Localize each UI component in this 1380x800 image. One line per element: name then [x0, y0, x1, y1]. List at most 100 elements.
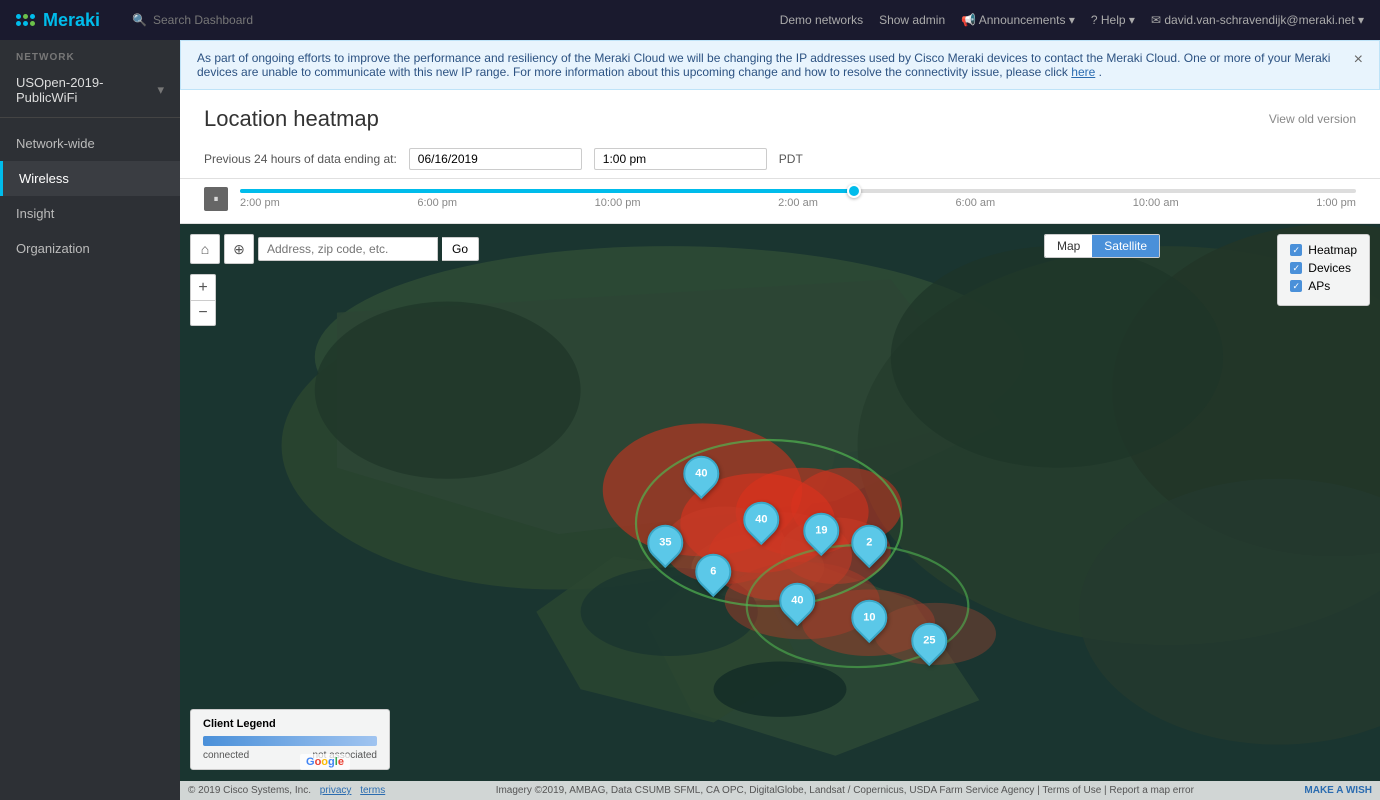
top-navigation: Meraki 🔍 Search Dashboard Demo networks …	[0, 0, 1380, 40]
aps-checkbox[interactable]: ✓	[1290, 280, 1302, 292]
ap-count-ap1: 40	[695, 468, 707, 480]
devices-checkbox[interactable]: ✓	[1290, 262, 1302, 274]
client-legend-bar	[203, 736, 377, 746]
ap-count-ap6: 6	[710, 566, 716, 578]
legend-devices[interactable]: ✓ Devices	[1290, 261, 1357, 275]
zoom-out-button[interactable]: −	[190, 300, 216, 326]
privacy-link[interactable]: privacy	[320, 785, 352, 796]
timeline-area: ⏸ 2:00 pm 6:00 pm 10:00 pm 2:00 am 6:00 …	[180, 179, 1380, 224]
help-icon: ?	[1091, 13, 1098, 27]
pause-icon: ⏸	[214, 194, 219, 205]
devices-label: Devices	[1308, 261, 1351, 275]
notification-close-button[interactable]: ×	[1354, 51, 1363, 69]
map-area: 4035401926401025 ⌂ ⊕ Go + −	[180, 224, 1380, 800]
time-controls: Previous 24 hours of data ending at: PDT	[180, 140, 1380, 179]
sidebar: NETWORK USOpen-2019-PublicWiFi ▾ Network…	[0, 40, 180, 800]
timeline-label-4: 6:00 am	[955, 197, 995, 209]
ap-count-ap2: 35	[659, 537, 671, 549]
map-zoom-controls: + −	[190, 274, 216, 326]
view-old-version-link[interactable]: View old version	[1269, 112, 1356, 126]
pause-button[interactable]: ⏸	[204, 187, 228, 211]
ap-count-ap3: 40	[755, 514, 767, 526]
client-legend-title: Client Legend	[203, 718, 377, 730]
user-email-link[interactable]: ✉ david.van-schravendijk@meraki.net ▾	[1151, 13, 1364, 27]
heatmap-checkbox[interactable]: ✓	[1290, 244, 1302, 256]
announce-icon: 📢	[961, 13, 976, 27]
timeline-label-0: 2:00 pm	[240, 197, 280, 209]
map-background: 4035401926401025 ⌂ ⊕ Go + −	[180, 224, 1380, 800]
meraki-brand: Meraki	[43, 10, 100, 31]
dot2	[23, 14, 28, 19]
timeline-slider[interactable]: 2:00 pm 6:00 pm 10:00 pm 2:00 am 6:00 am…	[240, 189, 1356, 209]
aps-label: APs	[1308, 279, 1330, 293]
demo-networks-link[interactable]: Demo networks	[780, 13, 863, 27]
zoom-in-button[interactable]: +	[190, 274, 216, 300]
search-placeholder: Search Dashboard	[153, 13, 253, 27]
user-chevron-icon: ▾	[1358, 13, 1364, 27]
cisco-logo	[16, 14, 35, 26]
terms-link[interactable]: terms	[360, 785, 385, 796]
map-attribution: © 2019 Cisco Systems, Inc. privacy terms…	[180, 781, 1380, 800]
help-link[interactable]: ? Help ▾	[1091, 13, 1135, 27]
google-watermark: Google	[300, 754, 350, 770]
map-controls-top-left: ⌂ ⊕ Go	[190, 234, 479, 264]
attribution-left: © 2019 Cisco Systems, Inc. privacy terms	[188, 785, 385, 796]
sidebar-item-organization[interactable]: Organization	[0, 231, 180, 266]
timeline-label-5: 10:00 am	[1133, 197, 1179, 209]
envelope-icon: ✉	[1151, 13, 1161, 27]
legend-heatmap[interactable]: ✓ Heatmap	[1290, 243, 1357, 257]
notification-text: As part of ongoing efforts to improve th…	[197, 51, 1338, 79]
make-a-wish-link[interactable]: MAKE A WISH	[1304, 785, 1372, 796]
ap-count-ap9: 25	[923, 635, 935, 647]
map-type-map-button[interactable]: Map	[1045, 235, 1092, 257]
client-legend-labels: connected not associated	[203, 750, 377, 761]
date-input[interactable]	[409, 148, 582, 170]
map-type-satellite-button[interactable]: Satellite	[1092, 235, 1159, 257]
time-input[interactable]	[594, 148, 767, 170]
heatmap-label: Heatmap	[1308, 243, 1357, 257]
timeline-label-6: 1:00 pm	[1316, 197, 1356, 209]
page-header: Location heatmap View old version	[180, 90, 1380, 140]
timezone-label: PDT	[779, 152, 803, 166]
map-home-button[interactable]: ⌂	[190, 234, 220, 264]
sidebar-item-network-wide[interactable]: Network-wide	[0, 126, 180, 161]
notification-link[interactable]: here	[1071, 65, 1095, 79]
page-title: Location heatmap	[204, 106, 379, 132]
ap-count-ap4: 19	[815, 525, 827, 537]
map-search-input[interactable]	[258, 237, 438, 261]
dot4	[16, 21, 21, 26]
ap-count-ap7: 40	[791, 594, 803, 606]
dot6	[30, 21, 35, 26]
timeline-labels: 2:00 pm 6:00 pm 10:00 pm 2:00 am 6:00 am…	[240, 197, 1356, 209]
dot3	[30, 14, 35, 19]
content-area: As part of ongoing efforts to improve th…	[180, 40, 1380, 800]
map-go-button[interactable]: Go	[442, 237, 479, 261]
network-selector[interactable]: USOpen-2019-PublicWiFi ▾	[0, 69, 180, 117]
dot1	[16, 14, 21, 19]
logo-area: Meraki	[16, 10, 100, 31]
timeline-fill	[240, 189, 854, 193]
map-type-toggle: Map Satellite	[1044, 234, 1160, 258]
timeline-thumb[interactable]	[847, 184, 861, 198]
client-legend: Client Legend connected not associated	[190, 709, 390, 770]
legend-aps[interactable]: ✓ APs	[1290, 279, 1357, 293]
time-prefix-label: Previous 24 hours of data ending at:	[204, 152, 397, 166]
timeline-label-1: 6:00 pm	[417, 197, 457, 209]
home-icon: ⌂	[201, 241, 209, 257]
dot5	[23, 21, 28, 26]
map-layers-button[interactable]: ⊕	[224, 234, 254, 264]
timeline-label-3: 2:00 am	[778, 197, 818, 209]
show-admin-link[interactable]: Show admin	[879, 13, 945, 27]
sidebar-item-insight[interactable]: Insight	[0, 196, 180, 231]
network-chevron-icon: ▾	[157, 82, 164, 98]
sidebar-item-wireless[interactable]: Wireless	[0, 161, 180, 196]
timeline-track	[240, 189, 1356, 193]
search-bar[interactable]: 🔍 Search Dashboard	[132, 13, 764, 27]
nav-right: Demo networks Show admin 📢 Announcements…	[780, 13, 1364, 27]
announcements-link[interactable]: 📢 Announcements ▾	[961, 13, 1075, 27]
connected-label: connected	[203, 750, 249, 761]
main-layout: NETWORK USOpen-2019-PublicWiFi ▾ Network…	[0, 40, 1380, 800]
layers-icon: ⊕	[233, 241, 245, 258]
sidebar-divider	[0, 117, 180, 118]
sidebar-network-label: NETWORK	[0, 40, 180, 69]
